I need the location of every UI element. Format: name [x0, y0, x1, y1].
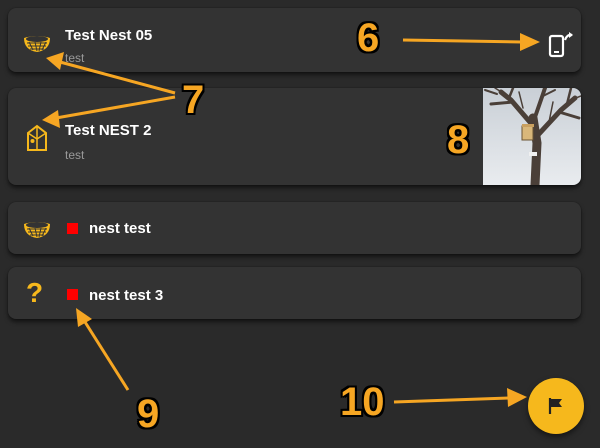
question-icon: ? — [26, 277, 44, 308]
flag-icon — [548, 398, 562, 414]
nest-card[interactable]: Test Nest 05 test — [8, 8, 581, 72]
nest-photo[interactable] — [483, 88, 581, 185]
annotation-9: 9 — [137, 392, 160, 436]
nest-title: Test Nest 05 — [65, 27, 153, 44]
nest-subtitle: test — [65, 148, 85, 162]
annotation-6: 6 — [357, 16, 380, 60]
report-flag-button[interactable] — [528, 378, 584, 434]
nest-title: nest test 3 — [89, 287, 164, 304]
nest-title: Test NEST 2 — [65, 122, 152, 139]
phone-sync-icon[interactable] — [547, 30, 575, 58]
nest-card[interactable]: Test NEST 2 test — [8, 88, 581, 185]
bowl-nest-icon — [24, 36, 50, 52]
annotation-7: 7 — [182, 78, 205, 122]
annotation-8: 8 — [447, 118, 470, 162]
nest-card[interactable]: ? nest test 3 — [8, 267, 581, 319]
nest-subtitle: test — [65, 51, 85, 65]
nest-list-screen: Test Nest 05 test Test NEST 2 test nest … — [0, 0, 600, 448]
nest-box-icon — [27, 124, 47, 151]
bowl-nest-icon — [24, 222, 50, 238]
status-indicator — [67, 223, 78, 234]
nest-card[interactable]: nest test — [8, 202, 581, 254]
annotation-10: 10 — [340, 380, 385, 424]
status-indicator — [67, 289, 78, 300]
nest-title: nest test — [89, 220, 151, 237]
